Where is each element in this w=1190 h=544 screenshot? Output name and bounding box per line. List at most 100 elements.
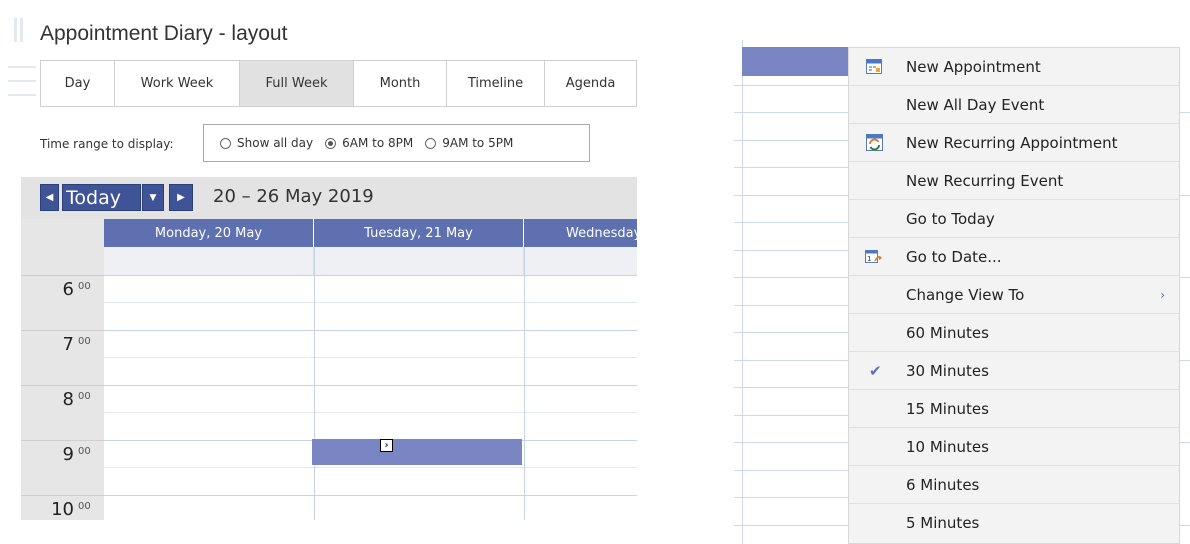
hour-minutes: 00 [78,391,91,402]
selected-time-slot[interactable] [742,47,850,76]
grid-line [734,415,850,416]
day-header-wednesday[interactable]: Wednesday [524,219,637,247]
radio-show-all-day[interactable]: Show all day [220,136,313,150]
grid-line [734,470,850,471]
date-range: 20 – 26 May 2019 [213,186,374,207]
ghost-icon [8,94,36,96]
prev-button[interactable]: ◀ [40,184,59,211]
time-range-options: Show all day 6AM to 8PM 9AM to 5PM [203,124,590,162]
radio-button-selected[interactable] [325,137,337,149]
radio-6am-8pm[interactable]: 6AM to 8PM [325,136,413,150]
today-label: Today [66,186,121,209]
menu-item-label: 15 Minutes [906,399,989,418]
grid-line [104,275,637,276]
hour-label: 7 00 [21,330,104,385]
arrow-left-icon: ◀ [45,192,54,203]
chevron-right-icon: › [1160,287,1165,302]
grid-line [734,250,850,251]
all-day-cell[interactable] [104,247,314,275]
tab-work-week[interactable]: Work Week [115,61,240,106]
hour-label: 6 00 [21,275,104,330]
menu-item-15-minutes[interactable]: 15 Minutes [849,390,1179,428]
grid-line [734,525,850,526]
hour-number: 10 [51,499,74,520]
grid-line [734,85,850,86]
ghost-icon [14,18,17,42]
hour-label: 10 00 [21,495,104,520]
day-header-tuesday[interactable]: Tuesday, 21 May [314,219,524,247]
ghost-icon [8,66,36,68]
menu-item-go-to-today[interactable]: Go to Today [849,200,1179,238]
arrow-right-icon: ▶ [177,192,185,203]
menu-item-new-appointment[interactable]: New Appointment [849,48,1179,86]
menu-item-go-to-date[interactable]: 1 Go to Date... [849,238,1179,276]
menu-item-5-minutes[interactable]: 5 Minutes [849,504,1179,542]
grid-line [104,467,637,468]
radio-button[interactable] [425,137,437,149]
menu-item-6-minutes[interactable]: 6 Minutes [849,466,1179,504]
grid-line [734,140,850,141]
menu-item-label: Go to Today [906,209,995,228]
grid-line [1180,277,1190,278]
radio-label: Show all day [237,136,314,150]
grid-line [104,302,637,303]
grid-line [1180,525,1190,526]
grid-line [734,112,850,113]
menu-item-label: 30 Minutes [906,361,989,380]
radio-9am-5pm[interactable]: 9AM to 5PM [425,136,513,150]
menu-item-label: Change View To [906,285,1025,304]
hour-label: 9 00 [21,440,104,495]
radio-button[interactable] [220,137,231,149]
hour-minutes: 00 [78,501,91,512]
tab-day[interactable]: Day [41,61,115,106]
menu-item-new-all-day-event[interactable]: New All Day Event [849,86,1179,124]
hour-number: 9 [62,444,74,465]
grid-line [104,385,637,386]
grid-line [104,412,637,413]
time-range-label: Time range to display: [40,137,174,151]
menu-item-new-recurring-event[interactable]: New Recurring Event [849,162,1179,200]
caret-down-icon: ▼ [149,192,157,203]
context-cursor-icon: › [380,439,393,452]
menu-item-label: New Recurring Event [906,171,1064,190]
menu-item-change-view-to[interactable]: Change View To › [849,276,1179,314]
grid-line [1180,112,1190,113]
go-to-date-icon: 1 [865,248,883,266]
today-dropdown-button[interactable]: ▼ [142,184,164,211]
ghost-icon [20,18,23,42]
menu-item-new-recurring-appointment[interactable]: New Recurring Appointment [849,124,1179,162]
menu-item-30-minutes[interactable]: ✔ 30 Minutes [849,352,1179,390]
all-day-cell[interactable] [524,247,637,275]
selected-time-slot[interactable] [312,439,522,465]
menu-item-label: 10 Minutes [906,437,989,456]
radio-label: 6AM to 8PM [342,136,414,150]
grid-line [104,330,637,331]
grid-line [1180,360,1190,361]
grid-line [734,305,850,306]
tab-month[interactable]: Month [354,61,447,106]
grid-line [104,357,637,358]
hour-number: 8 [62,389,74,410]
menu-item-60-minutes[interactable]: 60 Minutes [849,314,1179,352]
tab-timeline[interactable]: Timeline [447,61,545,106]
radio-label: 9AM to 5PM [442,136,514,150]
today-button[interactable]: Today [62,184,141,211]
menu-item-label: 5 Minutes [906,514,980,532]
all-day-cell[interactable] [314,247,524,275]
grid-line [734,222,850,223]
menu-item-label: Go to Date... [906,247,1002,266]
next-button[interactable]: ▶ [169,184,193,211]
tab-full-week[interactable]: Full Week [240,61,354,106]
tab-agenda[interactable]: Agenda [545,61,636,106]
grid-line [734,442,850,443]
view-tabs: Day Work Week Full Week Month Timeline A… [40,60,637,107]
page-title: Appointment Diary - layout [40,22,288,45]
hour-minutes: 00 [78,281,91,292]
new-appointment-icon [865,58,883,76]
day-header-monday[interactable]: Monday, 20 May [104,219,314,247]
ghost-icon [8,80,36,82]
grid-line [1180,442,1190,443]
grid-line [734,167,850,168]
menu-item-10-minutes[interactable]: 10 Minutes [849,428,1179,466]
grid-line [734,277,850,278]
